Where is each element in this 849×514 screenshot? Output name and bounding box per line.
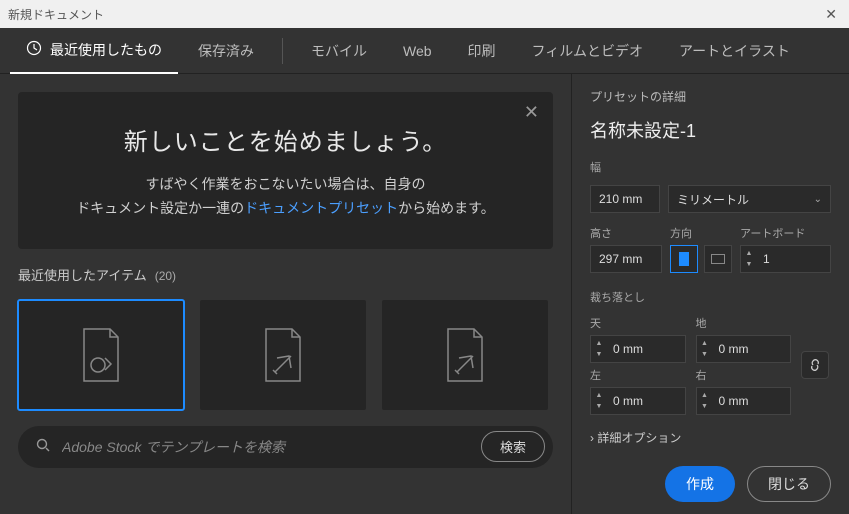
create-button[interactable]: 作成 <box>665 466 735 502</box>
document-icon <box>78 327 124 383</box>
bleed-label: 裁ち落とし <box>590 289 831 305</box>
clock-icon <box>26 40 42 59</box>
hero-close-icon[interactable]: ✕ <box>524 102 539 123</box>
preset-panel: プリセットの詳細 名称未設定-1 幅 210 mm ミリメートル ⌄ 高さ 29… <box>571 74 849 514</box>
bleed-bottom-field[interactable]: ▲▼ 0 mm <box>696 335 792 363</box>
search-input[interactable] <box>62 439 469 455</box>
tab-mobile[interactable]: モバイル <box>295 28 383 74</box>
tab-divider <box>282 38 283 64</box>
window-close-icon[interactable]: ✕ <box>821 6 841 23</box>
height-label: 高さ <box>590 225 662 241</box>
tab-art[interactable]: アートとイラスト <box>663 28 806 74</box>
preset-link[interactable]: ドキュメントプリセット <box>244 200 398 216</box>
category-tabs: 最近使用したもの 保存済み モバイル Web 印刷 フィルムとビデオ アートとイ… <box>0 28 849 74</box>
search-button[interactable]: 検索 <box>481 431 545 462</box>
bleed-left-field[interactable]: ▲▼ 0 mm <box>590 387 686 415</box>
artboard-label: アートボード <box>740 225 831 241</box>
document-icon <box>442 327 488 383</box>
bleed-right-label: 右 <box>696 367 792 383</box>
recent-heading: 最近使用したアイテム (20) <box>18 265 553 284</box>
recent-card-3[interactable] <box>382 300 548 410</box>
search-icon <box>36 438 50 455</box>
hero-panel: ✕ 新しいことを始めましょう。 すばやく作業をおこないたい場合は、自身の ドキュ… <box>18 92 553 249</box>
recent-card-2[interactable] <box>200 300 366 410</box>
document-name[interactable]: 名称未設定-1 <box>590 117 831 143</box>
preset-heading: プリセットの詳細 <box>590 88 831 105</box>
document-icon <box>260 327 306 383</box>
hero-text: すばやく作業をおこないたい場合は、自身の ドキュメント設定か一連のドキュメントプ… <box>58 173 513 221</box>
close-button[interactable]: 閉じる <box>747 466 831 502</box>
tab-film[interactable]: フィルムとビデオ <box>516 28 659 74</box>
step-up-icon[interactable]: ▲ <box>746 248 753 259</box>
recent-card-1[interactable] <box>18 300 184 410</box>
orientation-portrait[interactable] <box>670 245 698 273</box>
tab-saved[interactable]: 保存済み <box>182 28 270 74</box>
tab-web[interactable]: Web <box>387 28 448 74</box>
bleed-top-label: 天 <box>590 315 686 331</box>
tab-recent[interactable]: 最近使用したもの <box>10 28 178 74</box>
orientation-landscape[interactable] <box>704 245 732 273</box>
stock-search: 検索 <box>18 426 553 468</box>
width-field[interactable]: 210 mm <box>590 185 660 213</box>
unit-select[interactable]: ミリメートル ⌄ <box>668 185 831 213</box>
advanced-toggle[interactable]: 詳細オプション <box>590 429 831 446</box>
bleed-bottom-label: 地 <box>696 315 792 331</box>
height-field[interactable]: 297 mm <box>590 245 662 273</box>
orientation-label: 方向 <box>670 225 732 241</box>
step-down-icon[interactable]: ▼ <box>746 259 753 270</box>
window-title: 新規ドキュメント <box>8 6 104 23</box>
link-icon <box>808 358 822 372</box>
link-bleed-button[interactable] <box>801 351 829 379</box>
tab-print[interactable]: 印刷 <box>452 28 512 74</box>
hero-title: 新しいことを始めましょう。 <box>58 122 513 157</box>
artboard-stepper[interactable]: ▲▼ 1 <box>740 245 831 273</box>
bleed-top-field[interactable]: ▲▼ 0 mm <box>590 335 686 363</box>
bleed-right-field[interactable]: ▲▼ 0 mm <box>696 387 792 415</box>
title-bar: 新規ドキュメント ✕ <box>0 0 849 28</box>
width-label: 幅 <box>590 159 831 175</box>
recent-items <box>18 300 553 410</box>
bleed-left-label: 左 <box>590 367 686 383</box>
chevron-down-icon: ⌄ <box>814 194 822 205</box>
